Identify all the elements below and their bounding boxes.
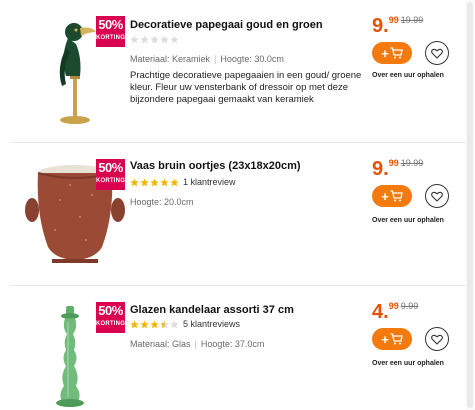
cart-icon	[390, 190, 403, 202]
discount-badge: 50% KORTING	[96, 159, 125, 190]
discount-percent: 50%	[98, 303, 123, 318]
star-filled-icon	[150, 178, 159, 187]
meta-height: Hoogte: 37.0cm	[200, 339, 265, 349]
product-title[interactable]: Vaas bruin oortjes (23x18x20cm)	[130, 160, 301, 172]
rating-stars: 1 klantreview	[130, 177, 236, 188]
rating-stars	[130, 34, 180, 45]
review-count-link[interactable]: 1 klantreview	[183, 177, 236, 188]
meta-material: Materiaal: Keramiek	[130, 54, 211, 64]
product-card: 50% KORTING Decoratieve papegaai goud en…	[0, 0, 465, 142]
price-integer: 9.	[372, 158, 389, 180]
scrollbar-thumb[interactable]	[467, 2, 473, 408]
product-card: 50% KORTING Glazen kandelaar assorti 37 …	[0, 286, 465, 410]
pickup-text: Over een uur ophalen	[372, 217, 444, 224]
product-title[interactable]: Glazen kandelaar assorti 37 cm	[130, 304, 294, 316]
meta-height: Hoogte: 30.0cm	[220, 54, 284, 64]
discount-percent: 50%	[98, 160, 123, 175]
old-price: 9.99	[400, 301, 419, 311]
review-count-link[interactable]: 5 klantreviews	[183, 319, 240, 330]
star-half-icon	[160, 320, 169, 329]
price-integer: 9.	[372, 15, 389, 37]
price-integer: 4.	[372, 301, 389, 323]
old-price: 19.99	[400, 158, 424, 168]
price-decimals: 99	[388, 301, 399, 311]
heart-icon	[431, 334, 443, 345]
star-empty-icon	[160, 35, 169, 44]
pickup-text: Over een uur ophalen	[372, 360, 444, 367]
meta-height: Hoogte: 20.0cm	[130, 197, 194, 207]
product-card: 50% KORTING Vaas bruin oortjes (23x18x20…	[0, 143, 465, 285]
add-to-cart-button[interactable]: +	[372, 185, 412, 207]
star-filled-icon	[150, 320, 159, 329]
old-price: 19.99	[400, 15, 424, 25]
discount-badge: 50% KORTING	[96, 16, 125, 47]
product-description: Prachtige decoratieve papegaaien in een …	[130, 70, 362, 105]
star-empty-icon	[130, 35, 139, 44]
price: 4.99 9.99	[372, 301, 419, 323]
wishlist-button[interactable]	[425, 41, 449, 65]
rating-stars: 5 klantreviews	[130, 319, 240, 330]
star-filled-icon	[130, 178, 139, 187]
discount-label: KORTING	[96, 321, 126, 327]
plus-icon: +	[381, 331, 389, 347]
meta-material: Materiaal: Glas	[130, 339, 191, 349]
product-title[interactable]: Decoratieve papegaai goud en groen	[130, 19, 323, 31]
star-filled-icon	[140, 320, 149, 329]
discount-label: KORTING	[96, 35, 126, 41]
heart-icon	[431, 191, 443, 202]
heart-icon	[431, 48, 443, 59]
price-decimals: 99	[388, 15, 399, 25]
product-meta: Materiaal: Keramiek | Hoogte: 30.0cm	[130, 54, 284, 64]
plus-icon: +	[381, 45, 389, 61]
add-to-cart-button[interactable]: +	[372, 328, 412, 350]
star-empty-icon	[150, 35, 159, 44]
plus-icon: +	[381, 188, 389, 204]
price: 9.99 19.99	[372, 15, 424, 37]
wishlist-button[interactable]	[425, 184, 449, 208]
star-filled-icon	[130, 320, 139, 329]
product-meta: Hoogte: 20.0cm	[130, 197, 194, 207]
cart-icon	[390, 47, 403, 59]
star-filled-icon	[140, 178, 149, 187]
star-empty-icon	[140, 35, 149, 44]
cart-icon	[390, 333, 403, 345]
price-decimals: 99	[388, 158, 399, 168]
add-to-cart-button[interactable]: +	[372, 42, 412, 64]
wishlist-button[interactable]	[425, 327, 449, 351]
star-filled-icon	[170, 178, 179, 187]
discount-label: KORTING	[96, 178, 126, 184]
pickup-text: Over een uur ophalen	[372, 72, 444, 79]
price: 9.99 19.99	[372, 158, 424, 180]
star-empty-icon	[170, 35, 179, 44]
discount-percent: 50%	[98, 17, 123, 32]
discount-badge: 50% KORTING	[96, 302, 125, 333]
product-meta: Materiaal: Glas | Hoogte: 37.0cm	[130, 339, 265, 349]
star-empty-icon	[170, 320, 179, 329]
star-filled-icon	[160, 178, 169, 187]
